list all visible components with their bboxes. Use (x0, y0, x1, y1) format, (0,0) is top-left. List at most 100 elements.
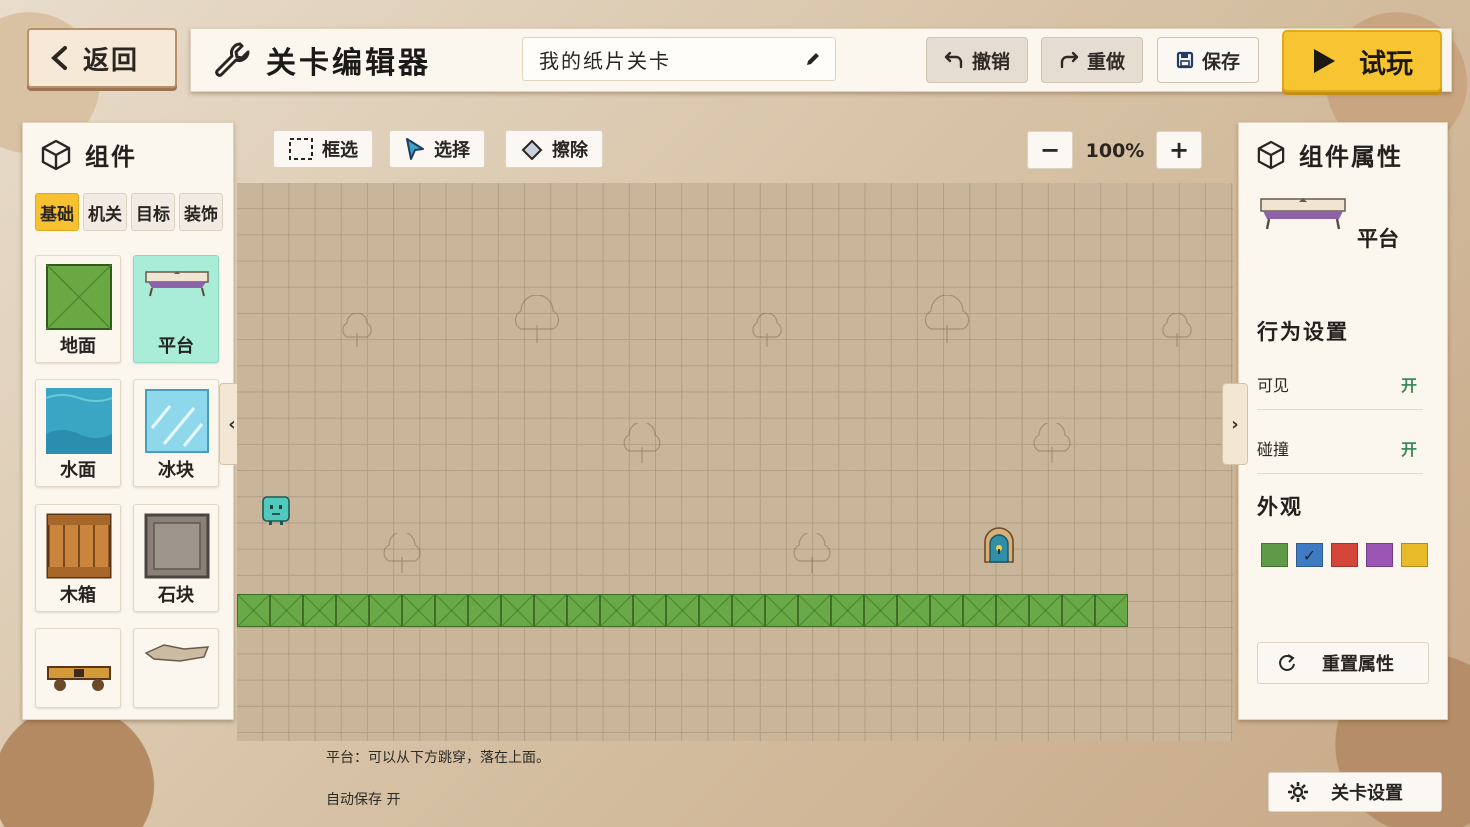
component-description: 平台：可以从下方跳穿，落在上面。 (326, 750, 550, 766)
ground-block[interactable] (1062, 594, 1095, 627)
play-label: 试玩 (1359, 48, 1413, 80)
visible-toggle[interactable]: 开 (1401, 372, 1423, 396)
zoom-in-button[interactable]: + (1156, 131, 1202, 169)
ground-block[interactable] (1029, 594, 1062, 627)
erase-label: 擦除 (552, 140, 588, 161)
back-button[interactable]: 返回 (27, 28, 177, 88)
erase-tool-button[interactable]: 擦除 (505, 130, 603, 168)
level-name-field[interactable]: 我的纸片关卡 (522, 37, 836, 81)
platform-preview-icon (1260, 198, 1346, 230)
ground-block[interactable] (468, 594, 501, 627)
ground-block[interactable] (831, 594, 864, 627)
component-stone[interactable]: 石块 (133, 504, 219, 612)
marquee-tool-button[interactable]: 框选 (273, 130, 373, 168)
ground-block[interactable] (237, 594, 270, 627)
reset-properties-button[interactable]: 重置属性 (1257, 642, 1429, 684)
ground-block[interactable] (501, 594, 534, 627)
color-swatch[interactable] (1331, 543, 1358, 567)
component-platform-label: 平台 (158, 336, 194, 357)
cube-icon (41, 139, 71, 170)
zoom-out-button[interactable]: − (1027, 131, 1073, 169)
select-tool-button[interactable]: 选择 (389, 130, 485, 168)
redo-label: 重做 (1086, 50, 1125, 73)
level-canvas[interactable] (237, 183, 1233, 741)
ground-block[interactable] (270, 594, 303, 627)
ground-block[interactable] (534, 594, 567, 627)
visible-label: 可见 (1257, 376, 1290, 395)
marquee-icon (289, 138, 313, 160)
component-ice[interactable]: 冰块 (133, 379, 219, 487)
tree-doodle-icon (342, 313, 372, 347)
moving-platform-icon (47, 666, 111, 691)
tree-doodle-icon (383, 533, 421, 573)
component-moving-platform[interactable] (35, 628, 121, 708)
ground-block[interactable] (864, 594, 897, 627)
play-icon (1314, 49, 1335, 73)
ground-block[interactable] (798, 594, 831, 627)
component-water[interactable]: 水面 (35, 379, 121, 487)
water-block-icon (46, 388, 112, 454)
tab-basic[interactable]: 基础 (35, 193, 79, 231)
ground-block[interactable] (633, 594, 666, 627)
wrench-icon (215, 42, 250, 77)
stone-block-icon (144, 513, 210, 579)
pencil-icon[interactable] (805, 51, 821, 67)
components-panel-header: 组件 (41, 137, 137, 172)
zoom-level: 100% (1085, 140, 1145, 162)
undo-button[interactable]: 撤销 (926, 37, 1028, 83)
editor-title: 关卡编辑器 (212, 38, 431, 82)
level-settings-button[interactable]: 关卡设置 (1268, 772, 1442, 812)
ground-block[interactable] (336, 594, 369, 627)
save-label: 保存 (1201, 50, 1240, 73)
tree-doodle-icon (623, 423, 661, 463)
component-platform[interactable]: 平台 (133, 255, 219, 363)
ground-block[interactable] (765, 594, 798, 627)
color-swatches: ✓ (1261, 543, 1428, 567)
color-swatch[interactable] (1366, 543, 1393, 567)
ground-block[interactable] (930, 594, 963, 627)
crumbling-rock-icon (144, 644, 210, 662)
component-crate[interactable]: 木箱 (35, 504, 121, 612)
properties-panel: 组件属性 平台 行为设置 可见 开 碰撞 开 外观 ✓ 重置属性 (1238, 122, 1448, 720)
tab-decorations[interactable]: 装饰 (179, 193, 223, 231)
level-name-text: 我的纸片关卡 (539, 48, 671, 73)
platform-icon (145, 271, 209, 297)
tree-doodle-icon (1033, 423, 1071, 463)
select-label: 选择 (434, 140, 470, 161)
ground-block[interactable] (600, 594, 633, 627)
component-crate-label: 木箱 (60, 585, 96, 606)
ground-block[interactable] (699, 594, 732, 627)
ground-block[interactable] (402, 594, 435, 627)
reset-icon (1279, 654, 1295, 671)
back-label: 返回 (83, 45, 140, 76)
player-character[interactable] (262, 496, 290, 526)
ground-block[interactable] (732, 594, 765, 627)
gear-icon (1288, 782, 1308, 802)
tab-goals[interactable]: 目标 (131, 193, 175, 231)
components-panel: 组件 基础 机关 目标 装饰 地面 平台 水面 冰块 木箱 石块 (22, 122, 234, 720)
ground-block[interactable] (996, 594, 1029, 627)
component-crumbling-rock[interactable] (133, 628, 219, 708)
floppy-disk-icon (1176, 51, 1194, 69)
ground-block[interactable] (963, 594, 996, 627)
ground-block[interactable] (1095, 594, 1128, 627)
ground-block[interactable] (435, 594, 468, 627)
redo-button[interactable]: 重做 (1041, 37, 1143, 83)
visible-property-row: 可见 开 (1257, 359, 1423, 410)
ground-block[interactable] (369, 594, 402, 627)
color-swatch[interactable] (1261, 543, 1288, 567)
ground-block[interactable] (897, 594, 930, 627)
color-swatch[interactable] (1401, 543, 1428, 567)
save-button[interactable]: 保存 (1157, 37, 1259, 83)
tab-mechanisms[interactable]: 机关 (83, 193, 127, 231)
ground-block[interactable] (567, 594, 600, 627)
color-swatch[interactable]: ✓ (1296, 543, 1323, 567)
component-ground[interactable]: 地面 (35, 255, 121, 363)
play-test-button[interactable]: 试玩 (1282, 30, 1442, 92)
ground-block[interactable] (666, 594, 699, 627)
collision-toggle[interactable]: 开 (1401, 436, 1423, 460)
goal-door[interactable] (982, 527, 1016, 563)
eraser-icon (521, 139, 543, 160)
ground-block[interactable] (303, 594, 336, 627)
collapse-right-panel-button[interactable]: › (1222, 383, 1248, 465)
